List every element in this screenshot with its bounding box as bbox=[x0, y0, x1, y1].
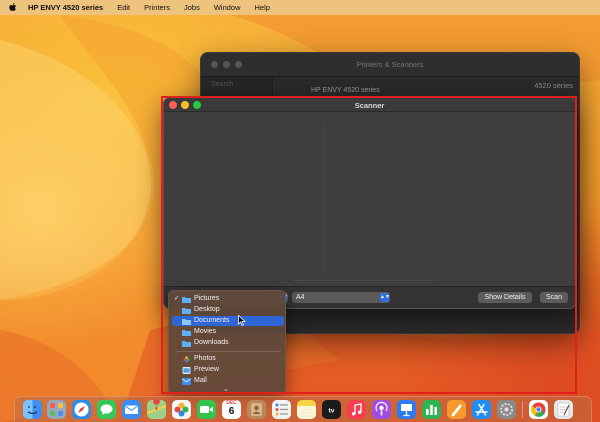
dock: DEC 6 tv bbox=[14, 396, 592, 422]
menu-item-pictures[interactable]: ✓ Pictures bbox=[172, 294, 284, 304]
menu-item-label: Movies bbox=[194, 328, 217, 335]
scanner-titlebar: Scanner bbox=[164, 98, 575, 112]
dock-system-settings-icon[interactable] bbox=[497, 400, 516, 419]
folder-icon bbox=[182, 330, 191, 336]
dock-app-store-icon[interactable] bbox=[472, 400, 491, 419]
mail-icon bbox=[182, 378, 191, 385]
folder-icon bbox=[182, 341, 191, 347]
printer-name[interactable]: HP ENVY 4520 series bbox=[311, 87, 380, 94]
dock-textedit-icon[interactable] bbox=[554, 400, 573, 419]
window-titlebar: Printers & Scanners bbox=[201, 53, 579, 77]
menu-item-movies[interactable]: Movies bbox=[172, 327, 284, 337]
menu-jobs[interactable]: Jobs bbox=[184, 3, 200, 12]
dock-launchpad-icon[interactable] bbox=[47, 400, 66, 419]
menu-bar: HP ENVY 4520 series Edit Printers Jobs W… bbox=[0, 0, 600, 15]
location-dropdown-menu: ✓ Pictures Desktop Documents Movies Down… bbox=[168, 290, 286, 394]
dock-keynote-icon[interactable] bbox=[397, 400, 416, 419]
dock-music-icon[interactable] bbox=[347, 400, 366, 419]
dock-mail-icon[interactable] bbox=[122, 400, 141, 419]
dock-podcasts-icon[interactable] bbox=[372, 400, 391, 419]
popup-arrows-icon: ▲▼ bbox=[380, 293, 390, 302]
calendar-day: 6 bbox=[228, 406, 235, 417]
menu-item-label: Photos bbox=[194, 355, 216, 362]
dock-facetime-icon[interactable] bbox=[197, 400, 216, 419]
dock-separator bbox=[522, 401, 523, 418]
menu-edit[interactable]: Edit bbox=[117, 3, 130, 12]
dock-finder-icon[interactable] bbox=[23, 400, 42, 419]
scanner-title: Scanner bbox=[354, 101, 385, 110]
checkmark-icon: ✓ bbox=[174, 295, 180, 302]
scroll-down-chevron-icon[interactable]: ⌄ bbox=[223, 385, 229, 393]
menu-item-label: Desktop bbox=[194, 306, 220, 313]
menu-item-label: Pictures bbox=[194, 295, 220, 302]
menu-separator bbox=[175, 351, 281, 352]
paper-size-popup[interactable]: A4 ▲▼ bbox=[292, 292, 390, 303]
menu-printers[interactable]: Printers bbox=[144, 3, 170, 12]
photos-icon bbox=[183, 356, 190, 363]
menu-item-label: Downloads bbox=[194, 339, 229, 346]
menu-item-label: Documents bbox=[194, 317, 230, 324]
dock-chrome-icon[interactable] bbox=[529, 400, 548, 419]
dock-messages-icon[interactable] bbox=[97, 400, 116, 419]
dock-calendar-icon[interactable]: DEC 6 bbox=[222, 400, 241, 419]
scan-button[interactable]: Scan bbox=[540, 292, 568, 303]
paper-size-value: A4 bbox=[296, 294, 305, 301]
menu-help[interactable]: Help bbox=[255, 3, 270, 12]
scanner-window: Scanner ▲▼ A4 ▲▼ Show Details Scan bbox=[163, 97, 576, 309]
menu-item-downloads[interactable]: Downloads bbox=[172, 338, 284, 348]
dock-photos-icon[interactable] bbox=[172, 400, 191, 419]
svg-text:tv: tv bbox=[329, 408, 335, 415]
menu-item-photos[interactable]: Photos bbox=[172, 354, 284, 364]
scan-preview-area[interactable] bbox=[164, 112, 575, 288]
printer-label-right: 4520 series bbox=[534, 81, 573, 90]
dock-pages-icon[interactable] bbox=[447, 400, 466, 419]
show-details-button[interactable]: Show Details bbox=[478, 292, 532, 303]
search-field[interactable]: Search bbox=[211, 81, 233, 88]
window-title: Printers & Scanners bbox=[356, 60, 424, 69]
dock-reminders-icon[interactable] bbox=[272, 400, 291, 419]
dock-contacts-icon[interactable] bbox=[247, 400, 266, 419]
menu-item-label: Preview bbox=[194, 366, 219, 373]
folder-icon bbox=[182, 297, 191, 303]
dock-notes-icon[interactable] bbox=[297, 400, 316, 419]
preview-guide bbox=[324, 122, 325, 272]
mouse-cursor-icon bbox=[238, 315, 246, 326]
dock-safari-icon[interactable] bbox=[72, 400, 91, 419]
menu-item-desktop[interactable]: Desktop bbox=[172, 305, 284, 315]
menu-window[interactable]: Window bbox=[214, 3, 241, 12]
menu-app-name[interactable]: HP ENVY 4520 series bbox=[28, 3, 103, 12]
preview-guide bbox=[294, 280, 434, 281]
dock-apple-tv-icon[interactable]: tv bbox=[322, 400, 341, 419]
dock-maps-icon[interactable] bbox=[147, 400, 166, 419]
preview-icon bbox=[182, 367, 191, 374]
dock-numbers-icon[interactable] bbox=[422, 400, 441, 419]
menu-item-preview[interactable]: Preview bbox=[172, 365, 284, 375]
folder-icon bbox=[182, 308, 191, 314]
menu-item-documents[interactable]: Documents bbox=[172, 316, 284, 326]
apple-menu-icon[interactable] bbox=[8, 2, 18, 13]
menu-item-label: Mail bbox=[194, 377, 207, 384]
folder-icon bbox=[182, 319, 191, 325]
